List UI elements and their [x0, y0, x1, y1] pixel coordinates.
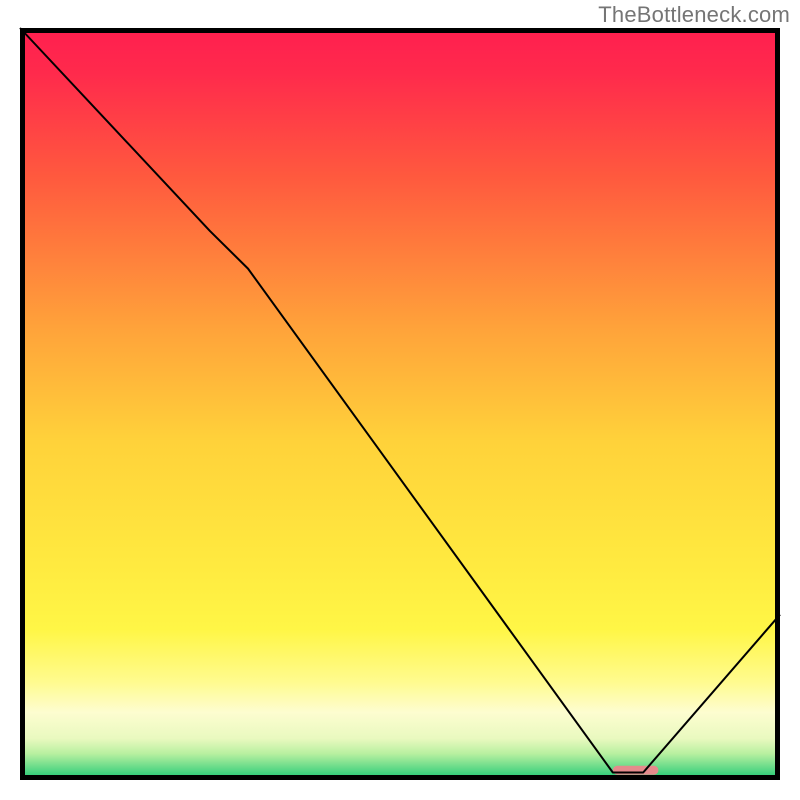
chart-container: TheBottleneck.com: [0, 0, 800, 800]
watermark-text: TheBottleneck.com: [598, 2, 790, 28]
plot-background: [20, 28, 780, 780]
bottleneck-chart: [0, 0, 800, 800]
